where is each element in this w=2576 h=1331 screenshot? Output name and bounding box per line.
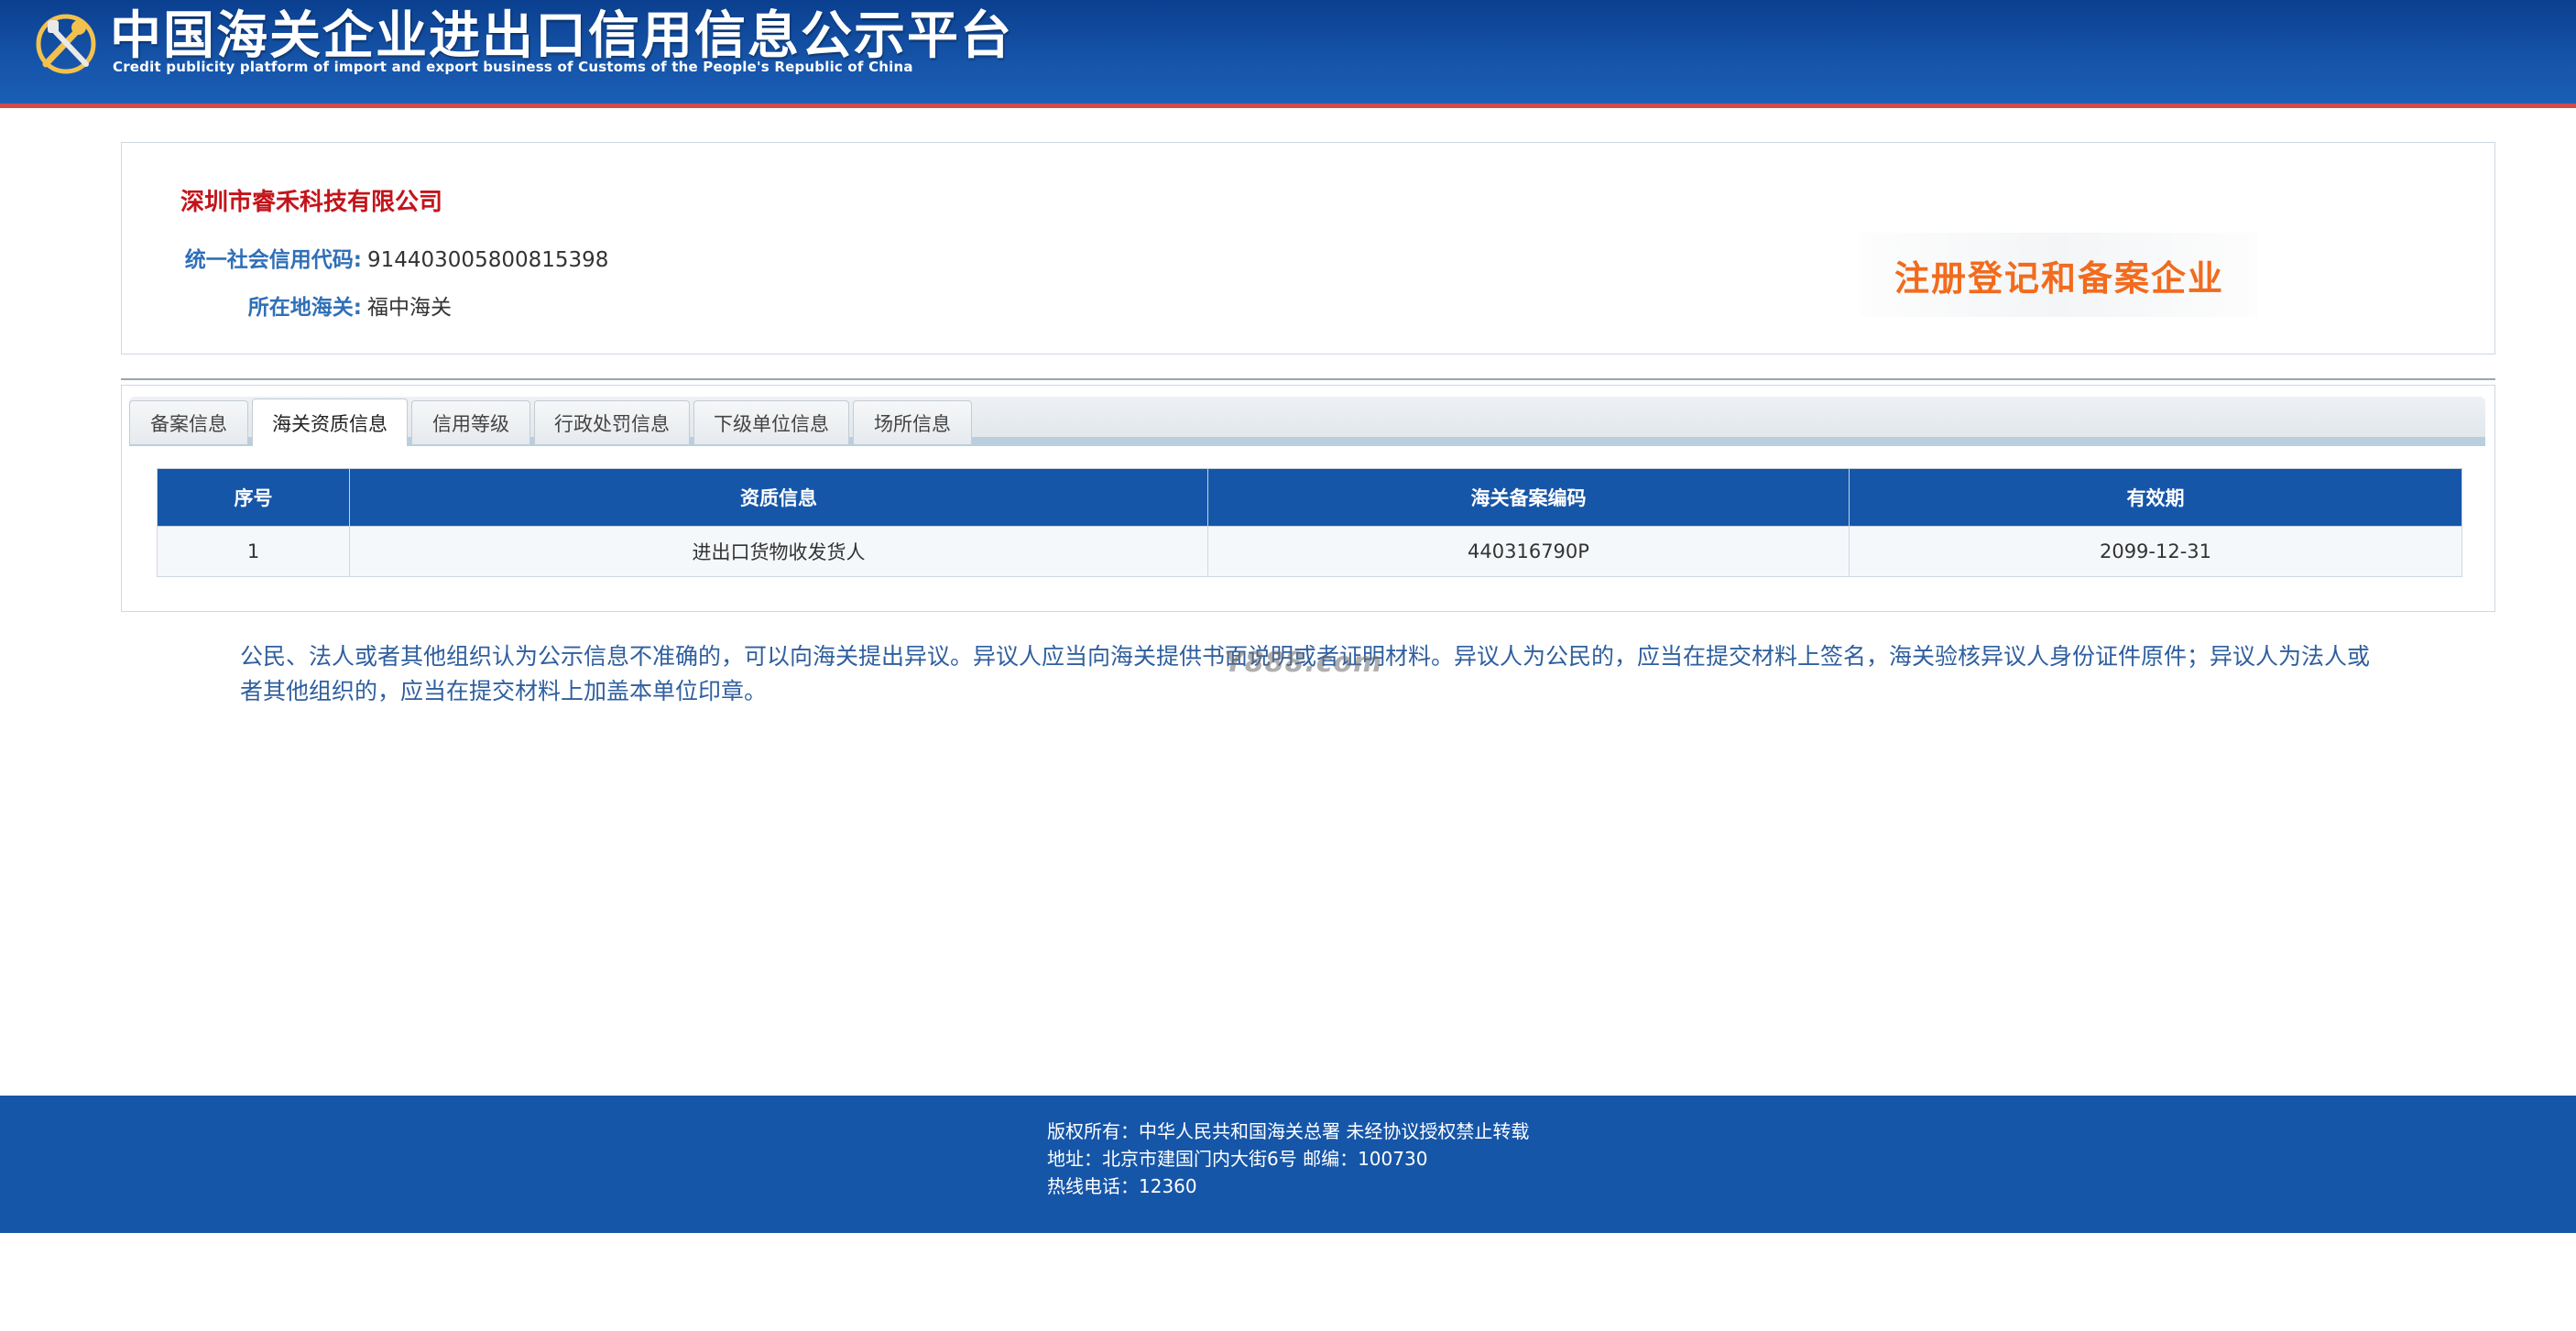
table-header-row: 序号 资质信息 海关备案编码 有效期: [157, 468, 2462, 527]
cell-filing-code: 440316790P: [1207, 526, 1850, 577]
registration-badge-text: 注册登记和备案企业: [1894, 257, 2224, 299]
site-subtitle: Credit publicity platform of import and …: [113, 59, 913, 75]
tab-subordinate-units[interactable]: 下级单位信息: [693, 400, 849, 444]
site-header: 中国海关企业进出口信用信息公示平台 Credit publicity platf…: [0, 0, 2576, 108]
tab-credit-rating[interactable]: 信用等级: [411, 400, 530, 444]
column-header-qualification: 资质信息: [349, 468, 1208, 527]
customs-value: 福中海关: [367, 296, 452, 320]
company-info-panel: 深圳市睿禾科技有限公司 统一社会信用代码: 914403005800815398 …: [121, 142, 2495, 355]
footer-text: 版权所有：中华人民共和国海关总署 未经协议授权禁止转载 地址：北京市建国门内大街…: [1047, 1118, 1529, 1200]
cell-qualification: 进出口货物收发货人: [349, 526, 1208, 577]
column-header-index: 序号: [157, 468, 350, 527]
cell-index: 1: [157, 526, 350, 577]
credit-code-label: 统一社会信用代码:: [184, 248, 362, 272]
credit-code-row: 统一社会信用代码: 914403005800815398: [122, 242, 609, 273]
site-footer: 版权所有：中华人民共和国海关总署 未经协议授权禁止转载 地址：北京市建国门内大街…: [0, 1096, 2576, 1233]
section-divider: [121, 378, 2495, 380]
tab-panel: 备案信息 海关资质信息 信用等级 行政处罚信息 下级单位信息 场所信息 序号 资…: [121, 385, 2495, 612]
customs-row: 所在地海关: 福中海关: [122, 289, 452, 321]
cell-validity: 2099-12-31: [1849, 526, 2462, 577]
registration-badge: 注册登记和备案企业: [1861, 233, 2258, 317]
tab-filing-info[interactable]: 备案信息: [129, 400, 248, 444]
company-name: 深圳市睿禾科技有限公司: [180, 189, 443, 216]
column-header-filing-code: 海关备案编码: [1207, 468, 1850, 527]
tab-administrative-penalty[interactable]: 行政处罚信息: [534, 400, 690, 444]
customs-label: 所在地海关:: [247, 296, 362, 320]
watermark: Y888.com: [1224, 647, 1383, 679]
footer-copyright: 版权所有：中华人民共和国海关总署 未经协议授权禁止转载: [1047, 1120, 1530, 1142]
footer-address: 地址：北京市建国门内大街6号 邮编：100730: [1047, 1148, 1428, 1170]
credit-code-value: 914403005800815398: [367, 248, 609, 272]
tab-site-info[interactable]: 场所信息: [853, 400, 972, 444]
qualification-table: 序号 资质信息 海关备案编码 有效期 1 进出口货物收发货人 440316790…: [157, 468, 2462, 577]
column-header-validity: 有效期: [1849, 468, 2462, 527]
table-row: 1 进出口货物收发货人 440316790P 2099-12-31: [157, 526, 2462, 577]
footer-hotline: 热线电话：12360: [1047, 1175, 1197, 1197]
tab-customs-qualification[interactable]: 海关资质信息: [252, 398, 408, 446]
customs-emblem-icon: [36, 14, 96, 74]
